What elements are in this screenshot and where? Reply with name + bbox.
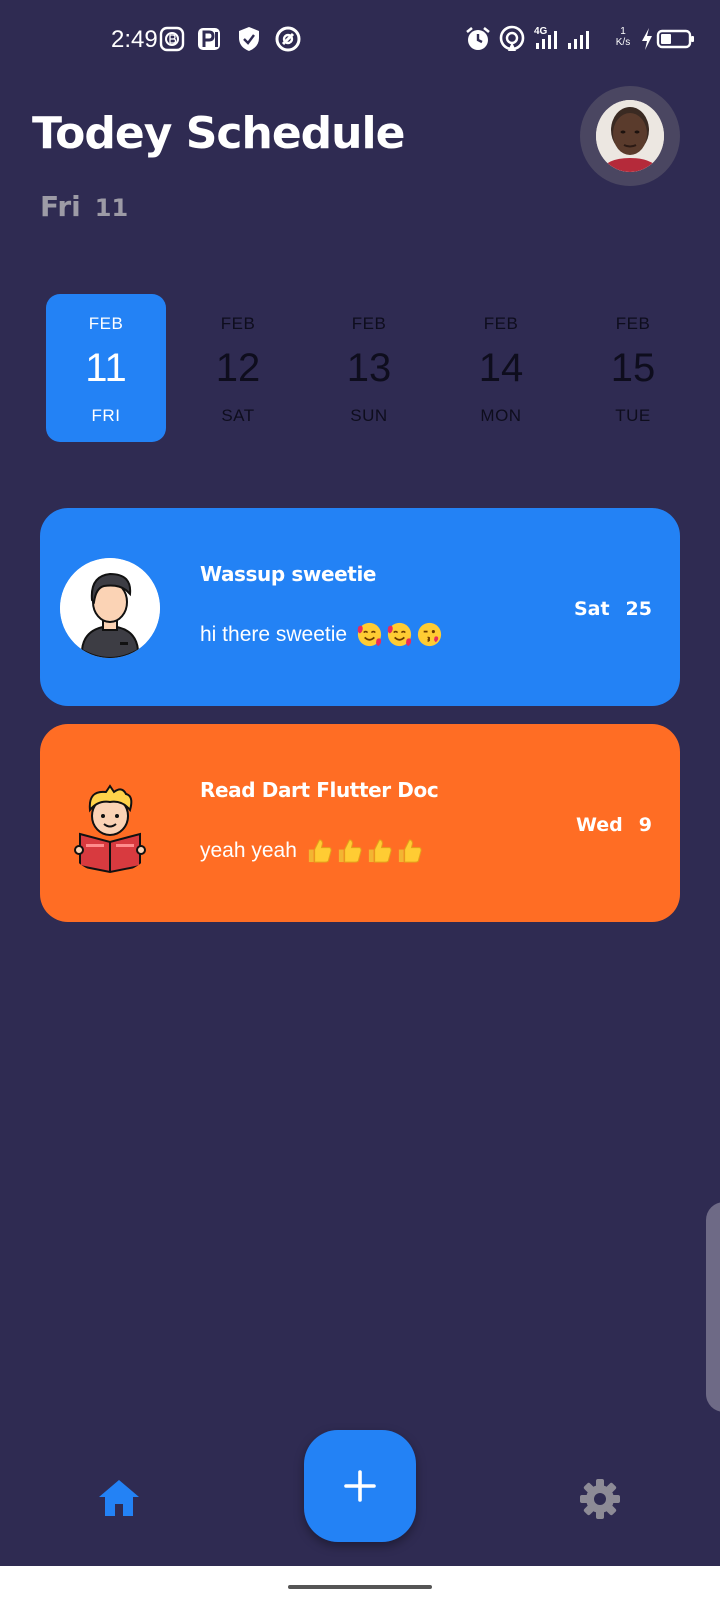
alarm-icon <box>466 26 490 50</box>
task-day: Wed <box>575 814 623 836</box>
shield-icon <box>239 27 259 51</box>
task-description: hi there sweetie <box>200 620 444 649</box>
profile-photo-image <box>596 100 664 172</box>
task-day: Sat <box>573 598 610 620</box>
thumbs-up-icon <box>338 839 362 863</box>
task-date: Sat 25 <box>574 598 652 620</box>
emoji-row <box>305 836 424 865</box>
battery-icon <box>656 29 694 49</box>
date-weekday: TUE <box>615 406 651 425</box>
home-icon[interactable] <box>96 1475 142 1521</box>
reading-boy-image <box>74 784 146 874</box>
date-weekday: FRI <box>91 406 121 425</box>
task-date-number: 9 <box>638 814 652 836</box>
network-speed-unit: K/s <box>615 37 631 48</box>
task-description-text: hi there sweetie <box>200 622 348 646</box>
man-avatar-image <box>60 558 160 658</box>
signal-4g-icon: 4G <box>534 26 557 49</box>
network-speed: 1 K/s <box>610 26 636 48</box>
b-app-icon <box>159 26 185 52</box>
profile-avatar[interactable] <box>580 86 680 186</box>
date-item-feb-14[interactable]: FEB 14 MON <box>441 294 561 442</box>
date-strip: FEB 11 FRI FEB 12 SAT FEB 13 SUN FEB 14 … <box>46 294 706 442</box>
side-drawer-handle[interactable] <box>706 1202 720 1412</box>
status-bar: 2:49 4G 1 K/s <box>0 0 720 80</box>
date-item-feb-13[interactable]: FEB 13 SUN <box>309 294 429 442</box>
date-item-feb-11[interactable]: FEB 11 FRI <box>46 294 166 442</box>
profile-photo <box>596 100 664 172</box>
current-day-name: Fri <box>40 190 81 223</box>
plus-icon <box>344 1470 376 1502</box>
date-weekday: SUN <box>350 406 388 425</box>
face-blowing-kiss-icon <box>417 622 442 647</box>
current-day-number: 11 <box>94 194 129 222</box>
task-title: Wassup sweetie <box>200 562 377 586</box>
status-time: 2:49 <box>111 26 158 53</box>
date-month: FEB <box>351 314 387 333</box>
charging-bolt-icon <box>642 28 652 50</box>
date-day: 11 <box>85 346 127 390</box>
thumbs-up-icon <box>398 839 422 863</box>
task-description: yeah yeah <box>200 836 424 865</box>
task-date: Wed 9 <box>576 814 652 836</box>
date-month: FEB <box>615 314 651 333</box>
gesture-bar[interactable] <box>288 1585 432 1589</box>
svg-text:4G: 4G <box>534 26 548 37</box>
smiling-face-with-hearts-icon <box>387 622 412 647</box>
signal-icon <box>568 31 589 49</box>
reading-boy-icon <box>60 774 160 874</box>
task-card-read-dart-flutter-doc[interactable]: Read Dart Flutter Doc yeah yeah Wed 9 <box>40 724 680 922</box>
date-month: FEB <box>220 314 256 333</box>
parking-app-icon <box>198 28 220 50</box>
date-month: FEB <box>483 314 519 333</box>
date-weekday: MON <box>480 406 522 425</box>
page-title: Todey Schedule <box>32 108 405 159</box>
date-day: 14 <box>478 346 524 390</box>
date-weekday: SAT <box>221 406 255 425</box>
date-day: 13 <box>346 346 392 390</box>
system-navigation-area <box>0 1566 720 1600</box>
current-date: Fri 11 <box>40 190 128 223</box>
date-item-feb-12[interactable]: FEB 12 SAT <box>178 294 298 442</box>
date-month: FEB <box>88 314 124 333</box>
date-day: 15 <box>610 346 656 390</box>
date-day: 12 <box>215 346 261 390</box>
task-title: Read Dart Flutter Doc <box>200 778 439 802</box>
hotspot-ring-icon <box>275 26 301 52</box>
date-item-feb-15[interactable]: FEB 15 TUE <box>573 294 693 442</box>
task-date-number: 25 <box>625 598 652 620</box>
thumbs-up-icon <box>308 839 332 863</box>
gear-icon[interactable] <box>578 1477 622 1521</box>
emoji-row <box>355 620 444 649</box>
add-task-button[interactable] <box>304 1430 416 1542</box>
thumbs-up-icon <box>368 839 392 863</box>
network-speed-value: 1 <box>620 26 626 37</box>
task-card-wassup-sweetie[interactable]: Wassup sweetie hi there sweetie Sat 25 <box>40 508 680 706</box>
man-avatar-icon <box>60 558 160 658</box>
smiling-face-with-hearts-icon <box>357 622 382 647</box>
hotspot-icon <box>499 25 525 51</box>
task-description-text: yeah yeah <box>200 838 297 862</box>
